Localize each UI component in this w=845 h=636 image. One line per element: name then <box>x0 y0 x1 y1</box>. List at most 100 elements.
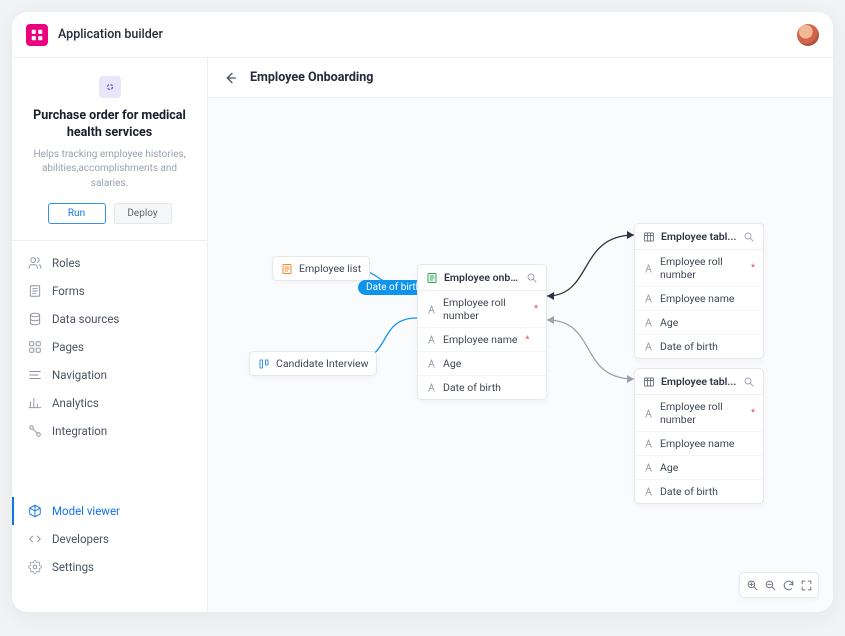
form-icon <box>426 272 438 284</box>
text-field-icon <box>643 486 654 497</box>
project-description: Helps tracking employee histories, abili… <box>26 148 193 192</box>
field-label: Employee name <box>660 292 734 305</box>
node-field-row[interactable]: Age <box>635 311 763 335</box>
text-field-icon <box>643 438 654 449</box>
sidebar-item-label: Settings <box>52 560 94 574</box>
gear-icon <box>28 560 42 574</box>
sidebar-item-roles[interactable]: Roles <box>12 249 207 277</box>
search-icon[interactable] <box>743 231 755 243</box>
users-icon <box>28 256 42 270</box>
field-label: Date of birth <box>443 381 501 394</box>
sidebar-item-developers[interactable]: Developers <box>12 525 207 553</box>
form-icon <box>281 263 293 275</box>
required-indicator: * <box>525 335 529 345</box>
node-field-row[interactable]: Date of birth <box>635 480 763 503</box>
cube-icon <box>28 504 42 518</box>
sidebar-item-integration[interactable]: Integration <box>12 417 207 445</box>
app-title: Application builder <box>58 27 163 42</box>
run-button[interactable]: Run <box>48 203 106 224</box>
candidate-interview-chip[interactable]: Candidate Interview <box>249 351 377 376</box>
field-label: Age <box>443 357 461 370</box>
text-field-icon <box>643 462 654 473</box>
field-label: Employee roll number <box>660 255 743 281</box>
sidebar: Purchase order for medical health servic… <box>12 58 208 612</box>
zoom-out-button[interactable] <box>762 577 778 593</box>
canvas-toolbar <box>739 572 819 598</box>
form-icon <box>28 284 42 298</box>
node-title: Employee onboard... <box>444 271 520 284</box>
sidebar-item-forms[interactable]: Forms <box>12 277 207 305</box>
fullscreen-button[interactable] <box>798 577 814 593</box>
node-field-row[interactable]: Employee roll number* <box>635 250 763 287</box>
text-field-icon <box>643 263 654 274</box>
sidebar-item-label: Integration <box>52 424 107 438</box>
model-canvas[interactable]: Employee list Date of birth Candidate In… <box>208 98 833 612</box>
project-title: Purchase order for medical health servic… <box>26 108 193 142</box>
sidebar-item-label: Developers <box>52 532 109 546</box>
sidebar-item-label: Pages <box>52 340 84 354</box>
refresh-button[interactable] <box>780 577 796 593</box>
node-header: Employee tabl... <box>635 224 763 250</box>
text-field-icon <box>643 293 654 304</box>
employee-list-chip[interactable]: Employee list <box>272 256 370 281</box>
node-field-row[interactable]: Employee roll number* <box>635 395 763 432</box>
project-icon <box>99 76 121 98</box>
node-field-row[interactable]: Age <box>418 352 546 376</box>
employee-table-node-2[interactable]: Employee tabl...Employee roll number*Emp… <box>634 368 764 504</box>
employee-table-node-1[interactable]: Employee tabl...Employee roll number*Emp… <box>634 223 764 359</box>
field-label: Employee name <box>443 333 517 346</box>
avatar[interactable] <box>797 24 819 46</box>
node-header: Employee onboard... <box>418 265 546 291</box>
kanban-icon <box>258 358 270 370</box>
node-field-row[interactable]: Date of birth <box>635 335 763 358</box>
sidebar-item-pages[interactable]: Pages <box>12 333 207 361</box>
search-icon[interactable] <box>743 376 755 388</box>
chip-label: Candidate Interview <box>276 357 368 370</box>
node-field-row[interactable]: Employee name * <box>418 328 546 352</box>
node-field-row[interactable]: Employee name <box>635 287 763 311</box>
node-header: Employee tabl... <box>635 369 763 395</box>
field-label: Employee name <box>660 437 734 450</box>
sidebar-item-settings[interactable]: Settings <box>12 553 207 581</box>
node-field-row[interactable]: Age <box>635 456 763 480</box>
employee-onboarding-node[interactable]: Employee onboard... Employee roll number*… <box>417 264 547 400</box>
sidebar-item-model-viewer[interactable]: Model viewer <box>12 497 207 525</box>
sidebar-item-label: Roles <box>52 256 80 270</box>
topbar: Application builder <box>12 12 833 58</box>
code-icon <box>28 532 42 546</box>
back-button[interactable] <box>222 70 238 86</box>
text-field-icon <box>426 334 437 345</box>
sidebar-item-data-sources[interactable]: Data sources <box>12 305 207 333</box>
text-field-icon <box>643 408 654 419</box>
field-label: Date of birth <box>660 340 718 353</box>
node-field-row[interactable]: Employee roll number* <box>418 291 546 328</box>
field-label: Employee roll number <box>660 400 743 426</box>
page-header: Employee Onboarding <box>208 58 833 98</box>
text-field-icon <box>426 382 437 393</box>
chip-label: Employee list <box>299 262 361 275</box>
table-icon <box>643 376 655 388</box>
integration-icon <box>28 424 42 438</box>
sidebar-item-label: Navigation <box>52 368 107 382</box>
sidebar-item-label: Model viewer <box>52 504 120 518</box>
search-icon[interactable] <box>526 272 538 284</box>
deploy-button[interactable]: Deploy <box>114 203 172 224</box>
text-field-icon <box>426 358 437 369</box>
node-title: Employee tabl... <box>661 375 737 388</box>
sidebar-item-analytics[interactable]: Analytics <box>12 389 207 417</box>
required-indicator: * <box>534 304 538 314</box>
text-field-icon <box>643 317 654 328</box>
grid-icon <box>28 340 42 354</box>
app-logo-icon <box>26 24 48 46</box>
project-header: Purchase order for medical health servic… <box>12 58 207 241</box>
node-field-row[interactable]: Employee name <box>635 432 763 456</box>
sidebar-item-navigation[interactable]: Navigation <box>12 361 207 389</box>
chart-icon <box>28 396 42 410</box>
sidebar-item-label: Data sources <box>52 312 119 326</box>
nav-icon <box>28 368 42 382</box>
field-label: Date of birth <box>660 485 718 498</box>
zoom-in-button[interactable] <box>744 577 760 593</box>
node-field-row[interactable]: Date of birth <box>418 376 546 399</box>
table-icon <box>643 231 655 243</box>
sidebar-item-label: Analytics <box>52 396 99 410</box>
